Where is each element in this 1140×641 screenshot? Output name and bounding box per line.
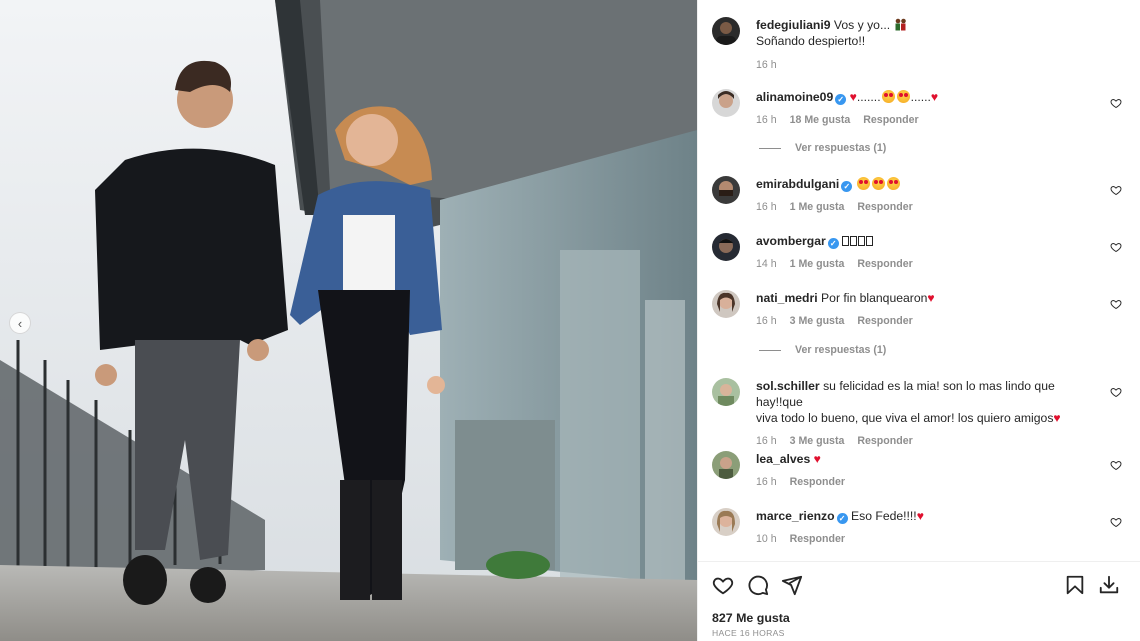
download-icon[interactable] — [1098, 574, 1120, 596]
comment-time: 16 h — [756, 114, 777, 126]
caption-text-line2: Soñando despierto!! — [756, 34, 866, 48]
post-photo[interactable]: ‹ — [0, 0, 697, 641]
chevron-left-icon[interactable]: ‹ — [9, 312, 31, 334]
comment-username[interactable]: avombergar — [756, 234, 826, 248]
reply-button[interactable]: Responder — [857, 433, 912, 449]
like-comment-heart-icon[interactable] — [1110, 97, 1122, 109]
avatar[interactable] — [712, 451, 740, 479]
share-icon[interactable] — [781, 574, 803, 596]
like-comment-heart-icon[interactable] — [1110, 516, 1122, 528]
verified-icon: ✓ — [835, 94, 847, 105]
comment-time: 16 h — [756, 435, 777, 447]
avatar[interactable] — [712, 233, 740, 261]
avatar[interactable] — [712, 17, 740, 45]
comment-icon[interactable] — [747, 574, 769, 596]
heart-emoji-icon: ♥ — [813, 452, 821, 466]
comment-time: 10 h — [756, 533, 777, 545]
reply-button[interactable]: Responder — [857, 199, 912, 215]
reply-button[interactable]: Responder — [790, 531, 845, 547]
heart-emoji-icon: ♥ — [930, 90, 939, 104]
comment-username[interactable]: nati_medri — [756, 291, 818, 305]
comment-text-2: viva todo lo bueno, que viva el amor! lo… — [756, 411, 1054, 425]
post-likes-count[interactable]: 827 Me gusta — [712, 611, 790, 625]
couple-emoji-icon — [894, 18, 907, 31]
reply-button[interactable]: Responder — [863, 112, 918, 128]
photo-scene — [0, 0, 697, 641]
comment-username[interactable]: lea_alves — [756, 452, 810, 466]
post-time-ago: HACE 16 HORAS — [712, 628, 785, 638]
comment-username[interactable]: emirabdulgani — [756, 177, 839, 191]
missing-glyph-icon — [842, 236, 850, 246]
comment-time: 16 h — [756, 476, 777, 488]
heart-eyes-emoji-icon — [856, 177, 870, 190]
bookmark-icon[interactable] — [1064, 574, 1086, 596]
heart-eyes-emoji-icon — [886, 177, 900, 190]
verified-icon: ✓ — [836, 513, 848, 524]
comment-likes[interactable]: 18 Me gusta — [790, 112, 851, 128]
comment-time: 16 h — [756, 315, 777, 327]
comment-text: ....... — [856, 90, 881, 104]
view-replies-label[interactable]: Ver respuestas (1) — [795, 344, 886, 356]
heart-eyes-emoji-icon — [871, 177, 885, 190]
comment-text: Por fin blanquearon — [821, 291, 928, 305]
like-comment-heart-icon[interactable] — [1110, 241, 1122, 253]
verified-icon: ✓ — [827, 238, 839, 249]
actions-divider — [698, 561, 1140, 562]
avatar[interactable] — [712, 508, 740, 536]
heart-emoji-icon: ♥ — [849, 90, 857, 104]
comment-time: 14 h — [756, 258, 777, 270]
avatar[interactable] — [712, 290, 740, 318]
comment-likes[interactable]: 3 Me gusta — [790, 433, 845, 449]
reply-button[interactable]: Responder — [790, 474, 845, 490]
comment-likes[interactable]: 3 Me gusta — [790, 313, 845, 329]
like-comment-heart-icon[interactable] — [1110, 386, 1122, 398]
comment-username[interactable]: alinamoine09 — [756, 90, 833, 104]
comment-username[interactable]: marce_rienzo — [756, 509, 835, 523]
missing-glyph-icon — [858, 236, 866, 246]
heart-icon[interactable] — [712, 574, 734, 596]
heart-eyes-emoji-icon — [881, 90, 895, 103]
caption-time: 16 h — [756, 59, 777, 71]
view-replies-button[interactable]: Ver respuestas (1) — [759, 142, 886, 154]
replies-dash — [759, 147, 781, 149]
avatar[interactable] — [712, 378, 740, 406]
heart-eyes-emoji-icon — [896, 90, 910, 103]
verified-icon: ✓ — [841, 181, 853, 192]
like-comment-heart-icon[interactable] — [1110, 184, 1122, 196]
caption-username[interactable]: fedegiuliani9 — [756, 18, 831, 32]
comment-likes[interactable]: 1 Me gusta — [790, 199, 845, 215]
reply-button[interactable]: Responder — [857, 313, 912, 329]
view-replies-label[interactable]: Ver respuestas (1) — [795, 142, 886, 154]
avatar[interactable] — [712, 89, 740, 117]
avatar[interactable] — [712, 176, 740, 204]
heart-emoji-icon: ♥ — [916, 509, 924, 523]
caption-text: Vos y yo... — [833, 18, 891, 32]
like-comment-heart-icon[interactable] — [1110, 298, 1122, 310]
heart-emoji-icon: ♥ — [927, 291, 935, 305]
view-replies-button[interactable]: Ver respuestas (1) — [759, 344, 886, 356]
comment-text: Eso Fede!!!! — [850, 509, 917, 523]
comment-username[interactable]: sol.schiller — [756, 379, 820, 393]
replies-dash — [759, 349, 781, 351]
reply-button[interactable]: Responder — [857, 256, 912, 272]
comment-time: 16 h — [756, 201, 777, 213]
heart-emoji-icon: ♥ — [1053, 411, 1061, 425]
comment-text-2: ...... — [910, 90, 931, 104]
missing-glyph-icon — [850, 236, 858, 246]
comments-panel: fedegiuliani9 Vos y yo... Soñando despie… — [697, 0, 1140, 641]
missing-glyph-icon — [866, 236, 874, 246]
like-comment-heart-icon[interactable] — [1110, 459, 1122, 471]
comment-likes[interactable]: 1 Me gusta — [790, 256, 845, 272]
